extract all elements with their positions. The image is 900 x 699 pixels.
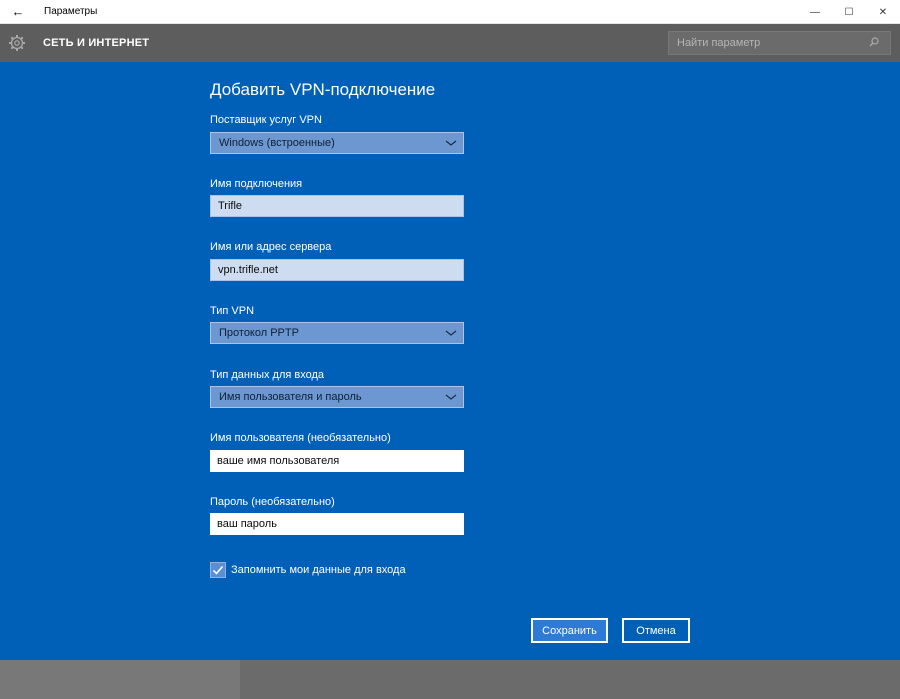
remember-checkbox[interactable]	[210, 562, 226, 578]
signin-type-label: Тип данных для входа	[210, 369, 325, 381]
search-box[interactable]	[668, 31, 891, 55]
cancel-button[interactable]: Отмена	[622, 618, 690, 643]
connection-name-field[interactable]: Trifle	[210, 195, 464, 217]
window-controls: — ☐ ✕	[798, 0, 900, 24]
taskbar-left-area	[0, 660, 240, 699]
chevron-down-icon	[445, 330, 457, 336]
section-title: СЕТЬ И ИНТЕРНЕТ	[43, 37, 150, 49]
signin-type-dropdown[interactable]: Имя пользователя и пароль	[210, 386, 464, 408]
password-label: Пароль (необязательно)	[210, 496, 335, 508]
minimize-button[interactable]: —	[798, 0, 832, 24]
server-value: vpn.trifle.net	[218, 264, 278, 276]
save-button[interactable]: Сохранить	[531, 618, 608, 643]
provider-dropdown[interactable]: Windows (встроенные)	[210, 132, 464, 154]
password-placeholder: ваш пароль	[217, 518, 277, 530]
search-icon[interactable]	[869, 36, 879, 50]
back-button[interactable]: ←	[0, 0, 36, 24]
username-placeholder: ваше имя пользователя	[217, 455, 340, 467]
close-button[interactable]: ✕	[866, 0, 900, 24]
server-field[interactable]: vpn.trifle.net	[210, 259, 464, 281]
settings-header: СЕТЬ И ИНТЕРНЕТ	[0, 24, 900, 62]
signin-type-value: Имя пользователя и пароль	[219, 391, 362, 403]
minimize-icon: —	[810, 6, 820, 18]
taskbar-right-area	[240, 660, 900, 699]
provider-value: Windows (встроенные)	[219, 137, 335, 149]
remember-label: Запомнить мои данные для входа	[231, 564, 406, 576]
checkmark-icon	[212, 565, 224, 575]
back-arrow-icon: ←	[11, 4, 25, 19]
username-field[interactable]: ваше имя пользователя	[210, 450, 464, 472]
vpn-type-label: Тип VPN	[210, 305, 255, 317]
close-icon: ✕	[878, 6, 888, 18]
username-label: Имя пользователя (необязательно)	[210, 432, 391, 444]
title-bar: ← Параметры — ☐ ✕	[0, 0, 900, 24]
gear-icon	[0, 24, 34, 62]
server-label: Имя или адрес сервера	[210, 241, 332, 253]
connection-name-label: Имя подключения	[210, 178, 303, 190]
page-title: Добавить VPN-подключение	[210, 80, 436, 99]
vpn-type-dropdown[interactable]: Протокол PPTP	[210, 322, 464, 344]
connection-name-value: Trifle	[218, 200, 243, 212]
chevron-down-icon	[445, 140, 457, 146]
maximize-button[interactable]: ☐	[832, 0, 866, 24]
vpn-type-value: Протокол PPTP	[219, 327, 299, 339]
window-title: Параметры	[44, 6, 98, 17]
chevron-down-icon	[445, 394, 457, 400]
provider-label: Поставщик услуг VPN	[210, 114, 322, 126]
search-input[interactable]	[669, 37, 865, 49]
maximize-icon: ☐	[844, 6, 854, 18]
password-field[interactable]: ваш пароль	[210, 513, 464, 535]
